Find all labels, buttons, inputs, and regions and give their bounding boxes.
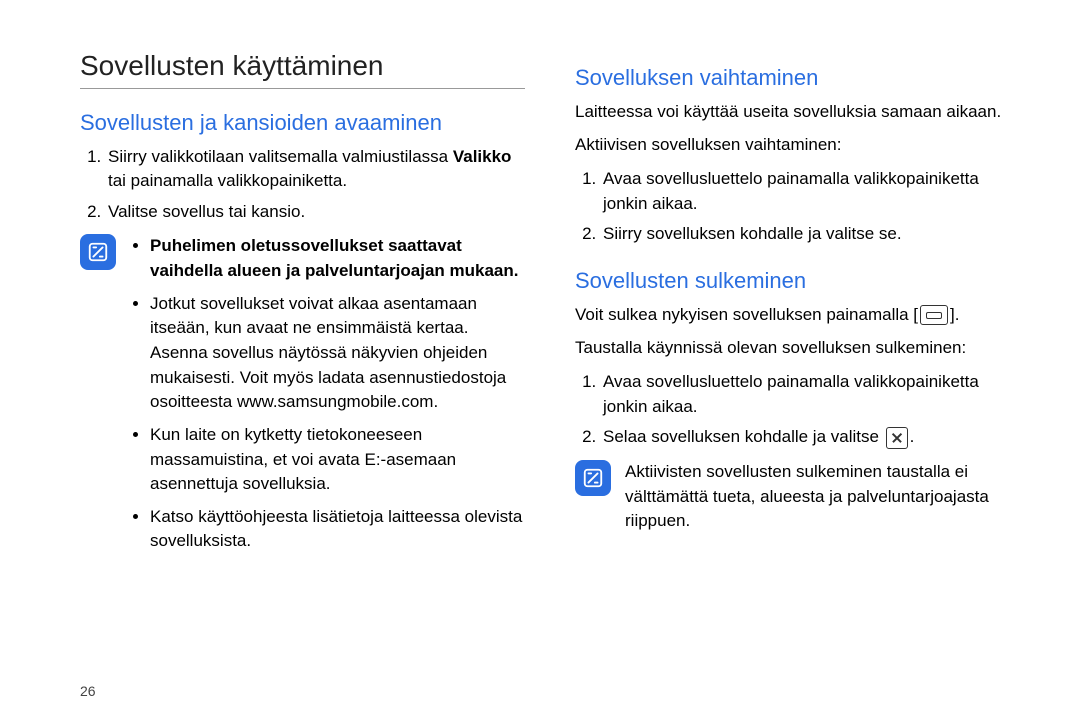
note-icon [80,234,116,270]
close-steps-list: Avaa sovellusluettelo painamalla valikko… [575,370,1020,450]
list-item: Valitse sovellus tai kansio. [106,200,525,225]
section-heading-open: Sovellusten ja kansioiden avaaminen [80,109,525,137]
list-item: Siirry valikkotilaan valitsemalla valmiu… [106,145,525,194]
list-item: Avaa sovellusluettelo painamalla valikko… [601,167,1020,216]
list-item: Puhelimen oletussovellukset saattavat va… [150,234,525,283]
open-steps-list: Siirry valikkotilaan valitsemalla valmiu… [80,145,525,225]
note-text: Aktiivisten sovellusten sulkeminen taust… [625,460,1020,534]
step-text-bold: Valikko [453,147,512,166]
list-item: Kun laite on kytketty tietokoneeseen mas… [150,423,525,497]
text-run: Voit sulkea nykyisen sovelluksen painama… [575,305,918,324]
section-heading-switch: Sovelluksen vaihtaminen [575,64,1020,92]
step-text: Siirry valikkotilaan valitsemalla valmiu… [108,147,453,166]
list-item: Katso käyttöohjeesta lisätietoja laittee… [150,505,525,554]
list-item: Selaa sovelluksen kohdalle ja valitse . [601,425,1020,450]
paragraph: Voit sulkea nykyisen sovelluksen painama… [575,303,1020,327]
paragraph: Laitteessa voi käyttää useita sovelluksi… [575,100,1020,124]
paragraph: Taustalla käynnissä olevan sovelluksen s… [575,336,1020,360]
switch-steps-list: Avaa sovellusluettelo painamalla valikko… [575,167,1020,247]
text-run: ]. [950,305,959,324]
note-icon [575,460,611,496]
text-run: Selaa sovelluksen kohdalle ja valitse [603,427,884,446]
note-list: Puhelimen oletussovellukset saattavat va… [130,234,525,562]
text-run: . [910,427,915,446]
list-item: Jotkut sovellukset voivat alkaa asentama… [150,292,525,415]
page-number: 26 [80,683,96,699]
list-item: Siirry sovelluksen kohdalle ja valitse s… [601,222,1020,247]
return-key-icon [920,305,948,325]
note-bold: Puhelimen oletussovellukset saattavat va… [150,236,518,280]
close-icon [886,427,908,449]
note-block: Puhelimen oletussovellukset saattavat va… [80,234,525,562]
note-block: Aktiivisten sovellusten sulkeminen taust… [575,460,1020,534]
step-text: tai painamalla valikkopainiketta. [108,171,347,190]
page-title: Sovellusten käyttäminen [80,50,525,89]
paragraph: Aktiivisen sovelluksen vaihtaminen: [575,133,1020,157]
section-heading-close: Sovellusten sulkeminen [575,267,1020,295]
list-item: Avaa sovellusluettelo painamalla valikko… [601,370,1020,419]
